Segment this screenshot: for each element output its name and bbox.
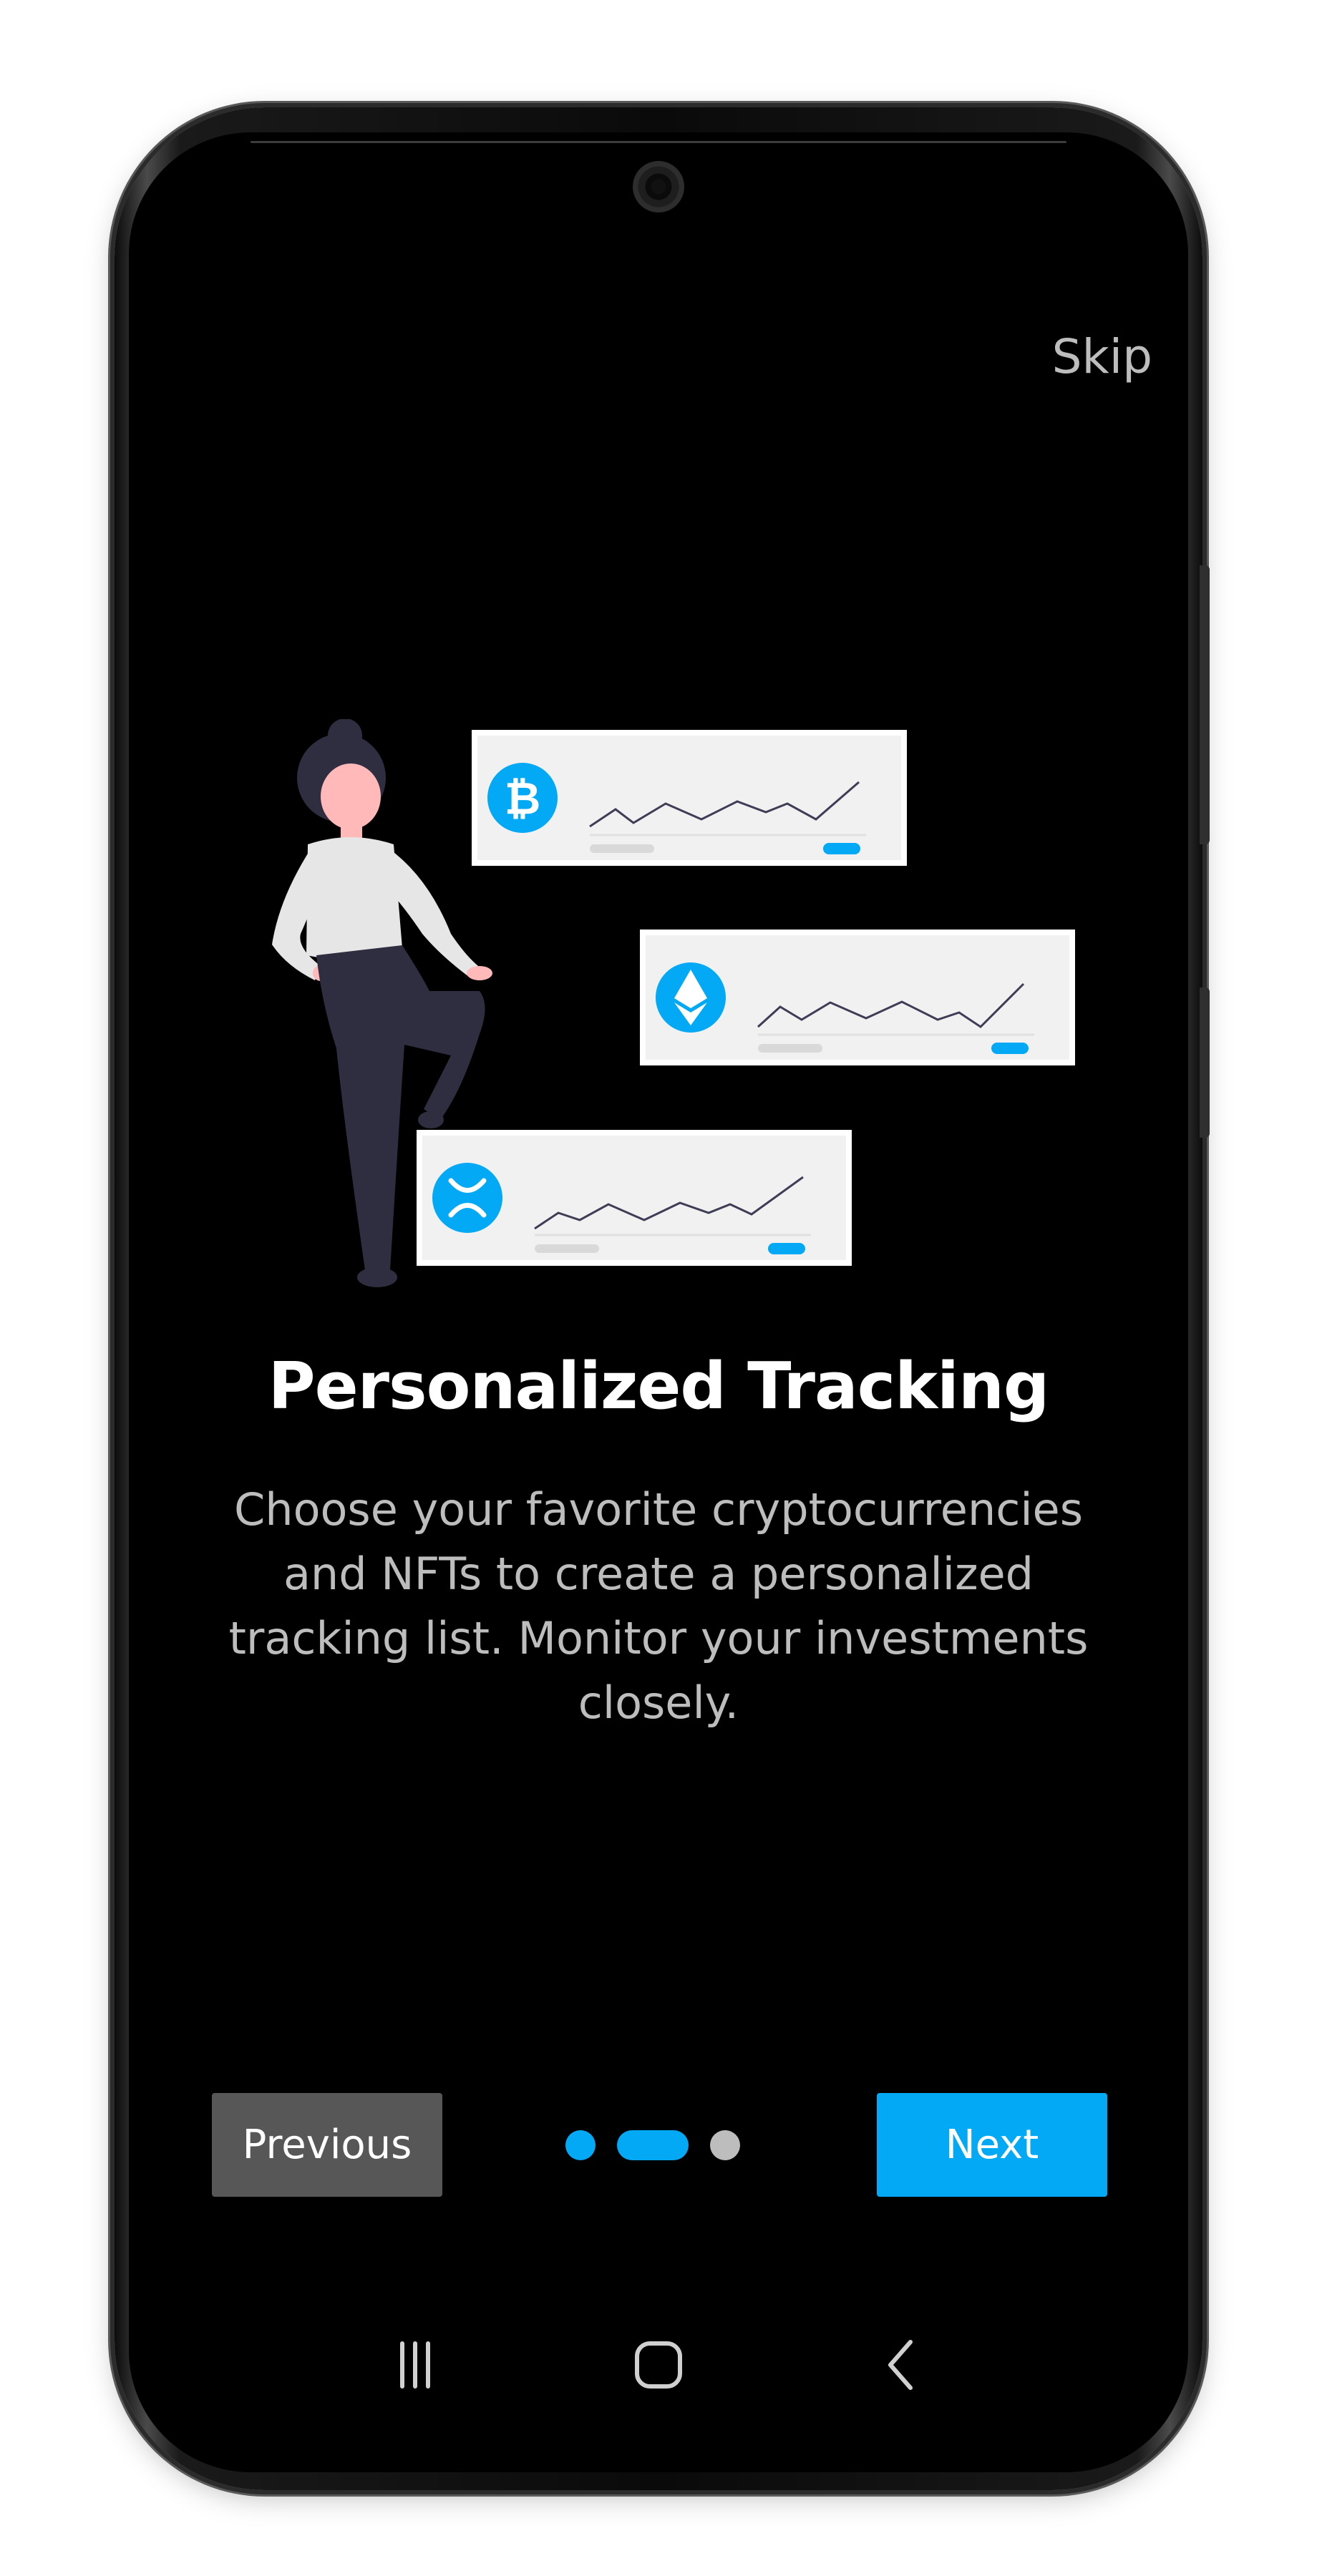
power-button bbox=[1200, 565, 1210, 844]
screen-top-edge bbox=[251, 141, 1066, 143]
page-indicator bbox=[565, 2129, 766, 2160]
tracking-illustration: ₿ bbox=[272, 719, 1075, 1287]
page-dot-3[interactable] bbox=[710, 2130, 740, 2160]
svg-text:₿: ₿ bbox=[505, 772, 541, 824]
page-dot-1[interactable] bbox=[565, 2130, 596, 2160]
onboarding-description: Choose your favorite cryptocurrencies an… bbox=[228, 1483, 1089, 1729]
front-camera bbox=[633, 161, 684, 213]
onboarding-title: Personalized Tracking bbox=[268, 1349, 1050, 1424]
crypto-card-ethereum bbox=[640, 930, 1075, 1065]
skip-button[interactable]: Skip bbox=[1052, 329, 1152, 384]
crypto-card-xrp bbox=[417, 1130, 852, 1266]
home-icon[interactable] bbox=[616, 2322, 701, 2408]
recent-apps-icon[interactable] bbox=[372, 2322, 458, 2408]
next-button[interactable]: Next bbox=[877, 2093, 1107, 2197]
previous-button[interactable]: Previous bbox=[212, 2093, 442, 2197]
page-dot-2-active[interactable] bbox=[617, 2130, 689, 2160]
volume-button bbox=[1200, 987, 1210, 1138]
xrp-icon bbox=[432, 1163, 502, 1233]
screen: Skip ₿ Personalized Tracking Choose your… bbox=[129, 132, 1188, 2472]
system-navigation-bar bbox=[129, 2322, 1188, 2408]
crypto-card-bitcoin: ₿ bbox=[472, 730, 907, 866]
back-icon[interactable] bbox=[859, 2322, 945, 2408]
